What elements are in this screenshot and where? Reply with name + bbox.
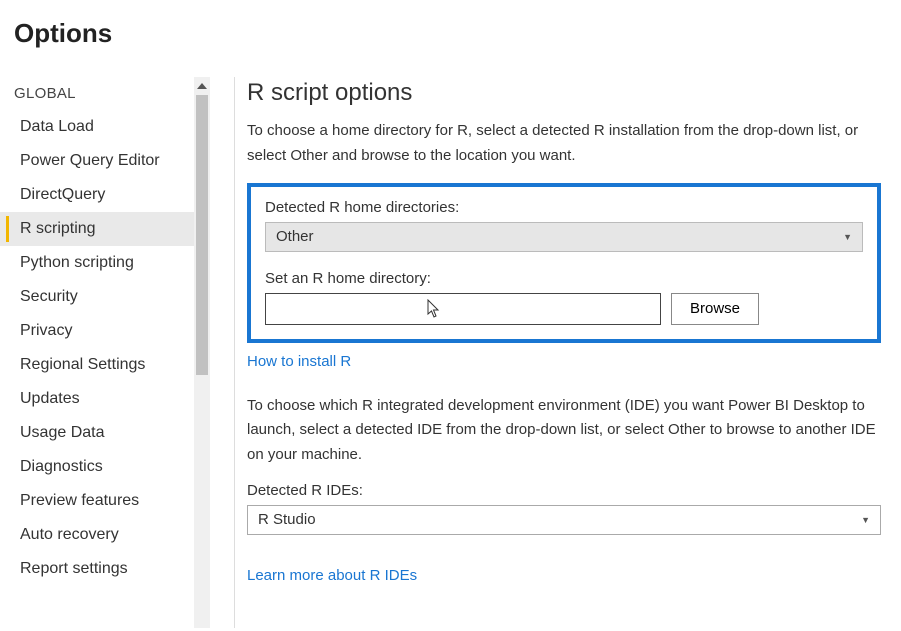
sidebar-item-power-query-editor[interactable]: Power Query Editor: [0, 144, 210, 178]
sidebar-item-r-scripting[interactable]: R scripting: [0, 212, 210, 246]
set-home-label: Set an R home directory:: [265, 270, 863, 287]
section-title: R script options: [247, 79, 881, 107]
install-r-link[interactable]: How to install R: [247, 353, 351, 370]
sidebar-item-regional-settings[interactable]: Regional Settings: [0, 348, 210, 382]
sidebar-item-usage-data[interactable]: Usage Data: [0, 416, 210, 450]
learn-ide-link[interactable]: Learn more about R IDEs: [247, 567, 417, 584]
detected-home-select[interactable]: Other ▼: [265, 222, 863, 252]
sidebar-item-directquery[interactable]: DirectQuery: [0, 178, 210, 212]
content-pane: R script options To choose a home direct…: [247, 67, 901, 628]
sidebar-item-data-load[interactable]: Data Load: [0, 110, 210, 144]
section-intro: To choose a home directory for R, select…: [247, 119, 881, 169]
sidebar-item-python-scripting[interactable]: Python scripting: [0, 246, 210, 280]
detected-ide-select[interactable]: R Studio ▼: [247, 505, 881, 535]
scroll-up-icon[interactable]: [194, 77, 210, 95]
scrollbar-thumb[interactable]: [196, 95, 208, 375]
sidebar-item-diagnostics[interactable]: Diagnostics: [0, 450, 210, 484]
ide-intro: To choose which R integrated development…: [247, 394, 881, 468]
sidebar-item-updates[interactable]: Updates: [0, 382, 210, 416]
detected-ide-label: Detected R IDEs:: [247, 482, 881, 499]
detected-ide-value: R Studio: [258, 511, 316, 528]
sidebar-item-report-settings[interactable]: Report settings: [0, 552, 210, 586]
chevron-down-icon: ▼: [843, 232, 852, 242]
sidebar-heading: GLOBAL: [0, 79, 210, 110]
r-home-highlight-box: Detected R home directories: Other ▼ Set…: [247, 183, 881, 343]
vertical-divider: [234, 77, 235, 628]
detected-home-label: Detected R home directories:: [265, 199, 863, 216]
page-title: Options: [14, 18, 887, 49]
detected-home-value: Other: [276, 228, 314, 245]
sidebar-item-auto-recovery[interactable]: Auto recovery: [0, 518, 210, 552]
chevron-down-icon: ▼: [861, 515, 870, 525]
sidebar-item-privacy[interactable]: Privacy: [0, 314, 210, 348]
sidebar-list: Data Load Power Query Editor DirectQuery…: [0, 110, 210, 586]
browse-button[interactable]: Browse: [671, 293, 759, 325]
r-home-path-input[interactable]: [265, 293, 661, 325]
sidebar-item-security[interactable]: Security: [0, 280, 210, 314]
sidebar-item-preview-features[interactable]: Preview features: [0, 484, 210, 518]
scrollbar[interactable]: [194, 77, 210, 628]
sidebar: GLOBAL Data Load Power Query Editor Dire…: [0, 67, 210, 628]
